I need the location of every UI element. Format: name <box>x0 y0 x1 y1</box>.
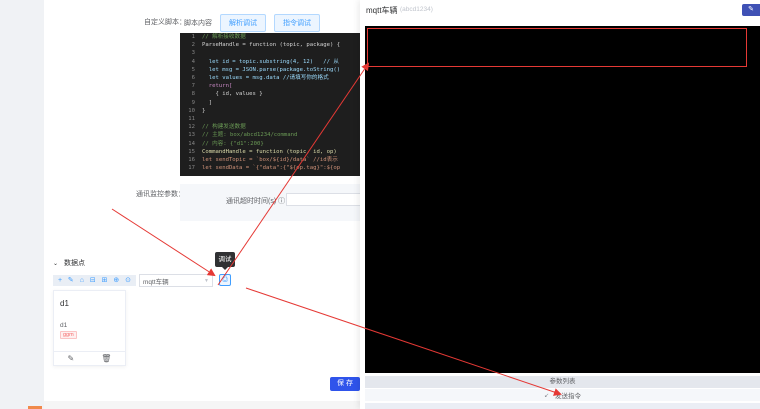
code-line: 10} <box>180 107 360 115</box>
param-list-tab[interactable]: 参数列表 <box>365 376 760 388</box>
code-line: 7 return[ <box>180 82 360 90</box>
line-number: 14 <box>188 140 195 147</box>
datapoint-card-tag: ggm <box>60 331 77 339</box>
edit-icon[interactable]: ✎ <box>68 354 75 363</box>
send-command-tab[interactable]: ↙ 发送指令 <box>365 389 760 401</box>
timeout-label: 通讯超时时间(s) ⓘ : <box>226 198 289 205</box>
screen: 自定义脚本： 脚本内容 解析调试 指令调试 1 // 解析接收数据 2 ParseHa… <box>0 0 760 409</box>
datapoint-card[interactable]: d1 d1 ggm ✎ 🗑 <box>53 290 126 366</box>
device-form-panel: 自定义脚本： 脚本内容 解析调试 指令调试 1 // 解析接收数据 2 ParseHa… <box>44 0 360 409</box>
collapse-icon[interactable]: ⊟ <box>90 277 96 284</box>
line-number: 7 <box>191 83 195 90</box>
code-text: } <box>202 107 206 114</box>
code-text: return[ <box>202 83 233 90</box>
code-line: 5 let msg = JSON.parse(package.toString(… <box>180 66 360 74</box>
add-icon[interactable]: + <box>58 277 62 284</box>
expand-icon[interactable]: ⊞ <box>102 277 108 284</box>
script-code-editor[interactable]: 1 // 解析接收数据 2 ParseHandle = function (topic… <box>180 33 360 176</box>
datapoints-toolbar: + ✎ ⌂ ⊟ ⊞ ⊕ ⊙ <box>53 275 136 286</box>
line-number: 16 <box>188 157 195 164</box>
parse-debug-button[interactable]: 解析调试 <box>220 14 266 32</box>
code-line: 16 let sendTopic = `box/${id}/data` //id表… <box>180 156 360 164</box>
debug-tooltip: 调试 <box>215 252 235 267</box>
code-text: let msg = JSON.parse(package.toString() <box>202 66 341 73</box>
code-text: // 解析接收数据 <box>202 34 246 40</box>
send-command-label: 发送指令 <box>555 393 582 400</box>
code-line: 9 ] <box>180 99 360 107</box>
line-number: 15 <box>188 148 195 155</box>
script-content-label: 脚本内容 <box>184 20 212 27</box>
code-text: let sendData = `{"data":{"${op.tag}":${o… <box>202 165 341 172</box>
datapoint-card-title: d1 <box>60 299 69 308</box>
debug-button[interactable]: ⎙ <box>219 274 231 286</box>
debug-console <box>365 26 760 373</box>
drawer-footer <box>365 403 760 409</box>
device-select-value: mqtt车辆 <box>143 278 169 286</box>
code-line: 8 { id, values } <box>180 90 360 98</box>
line-number: 3 <box>191 50 195 57</box>
line-number: 6 <box>191 75 195 82</box>
code-line: 1 // 解析接收数据 <box>180 33 360 41</box>
line-number: 8 <box>191 91 195 98</box>
code-line: 14 // 内容: {"d1":200} <box>180 140 360 148</box>
code-line: 12 // 构建发送数据 <box>180 123 360 131</box>
monitor-params-label: 通讯监控参数： <box>136 191 185 198</box>
code-line: 15 CommandHandle = function (topic, id, o… <box>180 148 360 156</box>
code-line: 6 let values = msg.data //请填写你的格式 <box>180 74 360 82</box>
timeout-input[interactable] <box>286 193 360 206</box>
line-number: 12 <box>188 124 195 131</box>
script-tabs: 脚本内容 解析调试 指令调试 <box>184 14 328 32</box>
edit-icon[interactable]: ✎ <box>68 277 74 284</box>
save-button[interactable]: 保 存 <box>330 377 360 391</box>
code-text: CommandHandle = function (topic, id, op) <box>202 148 337 155</box>
code-line: 13 // 主题: box/abcd1234/command <box>180 131 360 139</box>
footer-strip <box>44 401 360 409</box>
code-text: let sendTopic = `box/${id}/data` //id表示 <box>202 157 338 164</box>
code-text: { id, values } <box>202 91 263 98</box>
send-icon: ↙ <box>543 392 550 399</box>
chevron-down-icon: ⌄ <box>53 260 59 267</box>
code-line: 4 let id = topic.substring(4, 12) // 从 <box>180 58 360 66</box>
line-number: 10 <box>188 107 195 114</box>
datapoint-card-actions: ✎ 🗑 <box>54 351 125 365</box>
line-number: 2 <box>191 42 195 49</box>
code-line: 2 ParseHandle = function (topic, package)… <box>180 41 360 49</box>
chevron-down-icon: ▼ <box>204 277 209 284</box>
datapoint-card-name: d1 <box>60 322 68 329</box>
code-text: ] <box>202 99 213 106</box>
drawer-subtitle: (abcd1234) <box>400 6 433 13</box>
code-line: 17 let sendData = `{"data":{"${op.tag}":$… <box>180 164 360 172</box>
debug-tooltip-tail <box>222 267 228 270</box>
code-text: // 主题: box/abcd1234/command <box>202 132 298 139</box>
code-text: let values = msg.data //请填写你的格式 <box>202 75 329 82</box>
datapoints-title: 数据点 <box>64 260 86 267</box>
device-select[interactable]: mqtt车辆 ▼ <box>139 274 213 287</box>
code-line: 3 <box>180 49 360 57</box>
code-text: // 内容: {"d1":200} <box>202 140 264 147</box>
code-text: ParseHandle = function (topic, package) … <box>202 42 341 49</box>
code-line: 11 <box>180 115 360 123</box>
debug-drawer: mqtt车辆 (abcd1234) ✎ 参数列表 ↙ 发送指令 <box>360 0 760 409</box>
delete-icon[interactable]: 🗑 <box>101 354 111 363</box>
edit-icon[interactable]: ✎ <box>742 4 760 16</box>
highlight-box <box>367 28 747 67</box>
home-icon[interactable]: ⌂ <box>80 277 84 284</box>
code-text: // 构建发送数据 <box>202 124 246 131</box>
drawer-title: mqtt车辆 <box>366 6 398 15</box>
monitor-params-box: 通讯超时时间(s) ⓘ : <box>180 184 360 221</box>
line-number: 13 <box>188 132 195 139</box>
datapoints-header[interactable]: ⌄ 数据点 <box>53 258 85 268</box>
line-number: 5 <box>191 66 195 73</box>
line-number: 17 <box>188 165 195 172</box>
line-number: 9 <box>191 99 195 106</box>
custom-script-label: 自定义脚本： <box>144 19 186 26</box>
settings-icon[interactable]: ⊙ <box>125 277 131 284</box>
target-icon[interactable]: ⊕ <box>113 277 119 284</box>
command-debug-button[interactable]: 指令调试 <box>274 14 320 32</box>
code-text: let id = topic.substring(4, 12) // 从 <box>202 58 339 65</box>
line-number: 1 <box>191 34 195 40</box>
line-number: 11 <box>188 116 195 123</box>
line-number: 4 <box>191 58 195 65</box>
